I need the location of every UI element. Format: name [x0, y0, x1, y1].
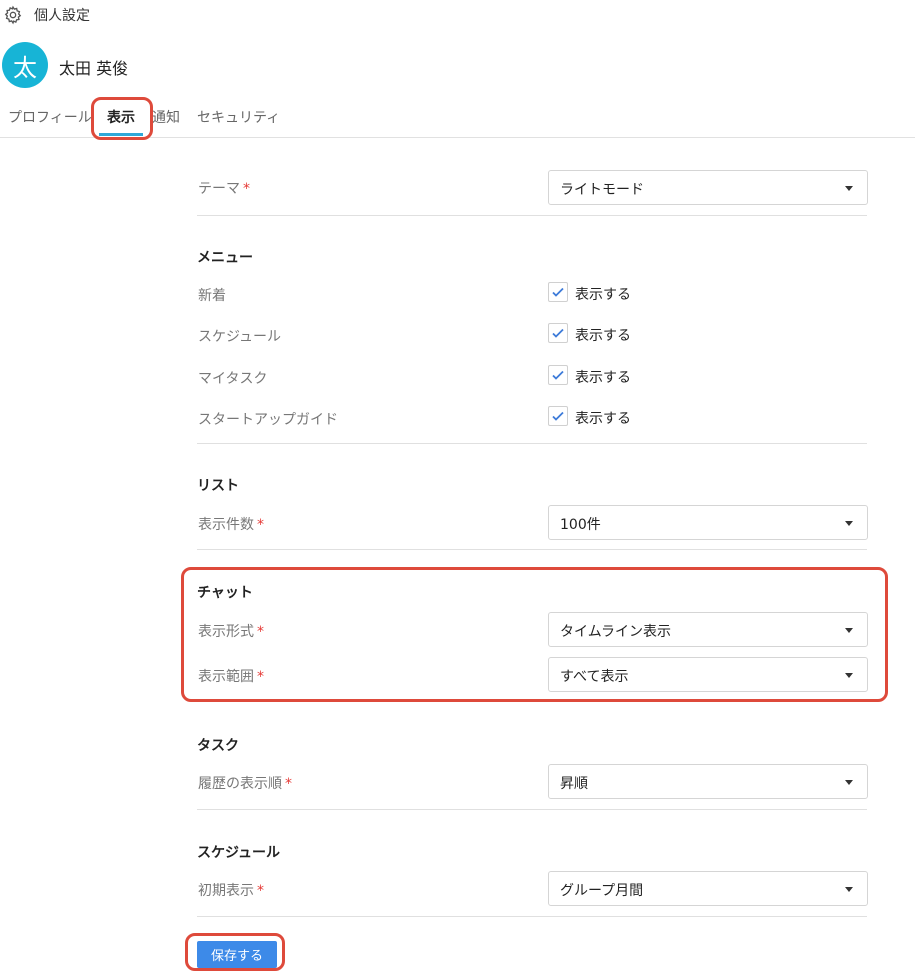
list-count-label: 表示件数 * — [198, 517, 264, 533]
gear-icon — [4, 5, 22, 25]
menu-item-label: 新着 — [198, 288, 226, 304]
check-icon — [552, 411, 564, 421]
chevron-down-icon — [845, 521, 853, 526]
section-title-schedule: スケジュール — [197, 845, 281, 861]
menu-item-label: スケジュール — [198, 329, 282, 345]
chat-range-select[interactable]: すべて表示 — [548, 657, 868, 692]
task-order-label: 履歴の表示順 * — [198, 776, 292, 792]
checkbox[interactable] — [548, 365, 568, 385]
highlight-tab-display — [91, 97, 153, 140]
highlight-save-button — [185, 933, 285, 971]
check-icon — [552, 370, 564, 380]
checkbox[interactable] — [548, 406, 568, 426]
chat-range-label: 表示範囲 * — [198, 669, 264, 685]
tab-security[interactable]: セキュリティ — [197, 107, 280, 127]
divider — [197, 215, 867, 216]
tab-profile[interactable]: プロフィール — [8, 107, 92, 127]
user-name: 太田 英俊 — [59, 59, 129, 78]
list-count-select[interactable]: 100件 — [548, 505, 868, 540]
menu-item-label: マイタスク — [198, 371, 268, 387]
check-icon — [552, 328, 564, 338]
theme-label: テーマ * — [198, 181, 250, 197]
divider — [197, 549, 867, 550]
checkbox[interactable] — [548, 323, 568, 343]
page-title: 個人設定 — [34, 8, 90, 24]
check-icon — [552, 287, 564, 297]
chevron-down-icon — [845, 628, 853, 633]
checkbox[interactable] — [548, 282, 568, 302]
theme-select[interactable]: ライトモード — [548, 170, 868, 205]
chevron-down-icon — [845, 186, 853, 191]
chevron-down-icon — [845, 780, 853, 785]
schedule-initial-select[interactable]: グループ月間 — [548, 871, 868, 906]
chevron-down-icon — [845, 887, 853, 892]
chevron-down-icon — [845, 673, 853, 678]
divider — [197, 916, 867, 917]
avatar: 太 — [2, 42, 48, 88]
tab-notifications[interactable]: 通知 — [152, 107, 180, 127]
section-title-menu: メニュー — [197, 250, 253, 266]
divider — [197, 809, 867, 810]
task-order-select[interactable]: 昇順 — [548, 764, 868, 799]
divider — [197, 443, 867, 444]
section-title-chat: チャット — [197, 585, 253, 601]
chat-format-select[interactable]: タイムライン表示 — [548, 612, 868, 647]
schedule-initial-label: 初期表示 * — [198, 883, 264, 899]
section-title-task: タスク — [197, 738, 239, 754]
menu-item-label: スタートアップガイド — [198, 412, 338, 428]
chat-format-label: 表示形式 * — [198, 624, 264, 640]
section-title-list: リスト — [197, 478, 239, 494]
